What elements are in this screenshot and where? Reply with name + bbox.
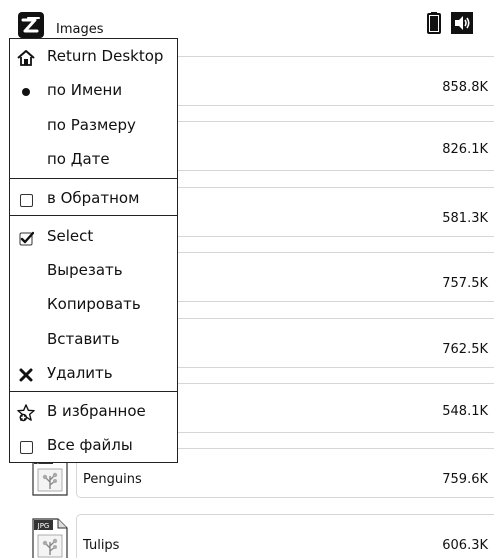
file-card[interactable]: Tulips 606.3K: [76, 514, 494, 558]
menu-item-sort-size[interactable]: по Размеру: [10, 108, 177, 142]
menu-item-select[interactable]: Select: [10, 219, 177, 253]
menu-item-label: Select: [47, 227, 94, 245]
menu-item-delete[interactable]: Удалить: [10, 356, 177, 390]
file-size: 757.5K: [442, 276, 488, 291]
menu-item-sort-name[interactable]: по Имени: [10, 73, 177, 107]
menu-item-label: Копировать: [47, 295, 141, 313]
menu-item-label: в Обратном: [47, 189, 140, 207]
file-size: 858.8K: [442, 80, 488, 95]
menu-divider: [10, 215, 177, 216]
menu-item-label: по Имени: [47, 81, 123, 99]
menu-item-paste[interactable]: Вставить: [10, 322, 177, 356]
speaker-icon[interactable]: [451, 12, 473, 34]
file-size: 759.6K: [442, 472, 488, 487]
file-row[interactable]: JPG Tulips 606.3K: [0, 510, 494, 558]
context-menu: Return Desktop по Имени по Размеру по Да…: [9, 38, 178, 463]
battery-icon: [427, 12, 441, 34]
menu-item-label: Вставить: [47, 330, 120, 348]
menu-item-label: Вырезать: [47, 261, 123, 279]
file-size: 606.3K: [442, 538, 488, 553]
file-name: Tulips: [83, 538, 120, 553]
menu-item-label: по Дате: [47, 150, 110, 168]
file-size: 548.1K: [442, 404, 488, 419]
menu-item-all-files[interactable]: Все файлы: [10, 428, 177, 462]
radio-selected-icon: [17, 83, 35, 101]
menu-item-return-desktop[interactable]: Return Desktop: [10, 39, 177, 73]
delete-x-icon: [17, 366, 35, 384]
menu-item-label: В избранное: [47, 402, 146, 420]
file-type-badge: JPG: [37, 522, 50, 530]
checkbox-unchecked-icon[interactable]: [17, 438, 35, 456]
menu-item-label: Удалить: [47, 364, 113, 382]
menu-item-copy[interactable]: Копировать: [10, 287, 177, 321]
home-icon: [17, 49, 35, 67]
file-size: 826.1K: [442, 142, 488, 157]
file-size: 581.3K: [442, 211, 488, 226]
menu-divider: [10, 178, 177, 179]
menu-item-label: по Размеру: [47, 116, 136, 134]
menu-item-favorites[interactable]: В избранное: [10, 394, 177, 428]
file-name: Penguins: [83, 472, 142, 487]
menu-divider: [10, 391, 177, 392]
favorite-add-icon: [17, 404, 35, 422]
file-size: 762.5K: [442, 342, 488, 357]
menu-item-label: Все файлы: [47, 436, 133, 454]
menu-item-cut[interactable]: Вырезать: [10, 253, 177, 287]
menu-item-reverse[interactable]: в Обратном: [10, 181, 177, 215]
checkbox-checked-icon[interactable]: [17, 229, 35, 247]
menu-item-sort-date[interactable]: по Дате: [10, 142, 177, 176]
page-title: Images: [56, 22, 104, 37]
image-file-icon: JPG: [32, 518, 68, 558]
header: Images: [0, 0, 494, 40]
app-logo-icon[interactable]: [18, 12, 44, 38]
menu-item-label: Return Desktop: [47, 47, 164, 65]
checkbox-unchecked-icon[interactable]: [17, 191, 35, 209]
